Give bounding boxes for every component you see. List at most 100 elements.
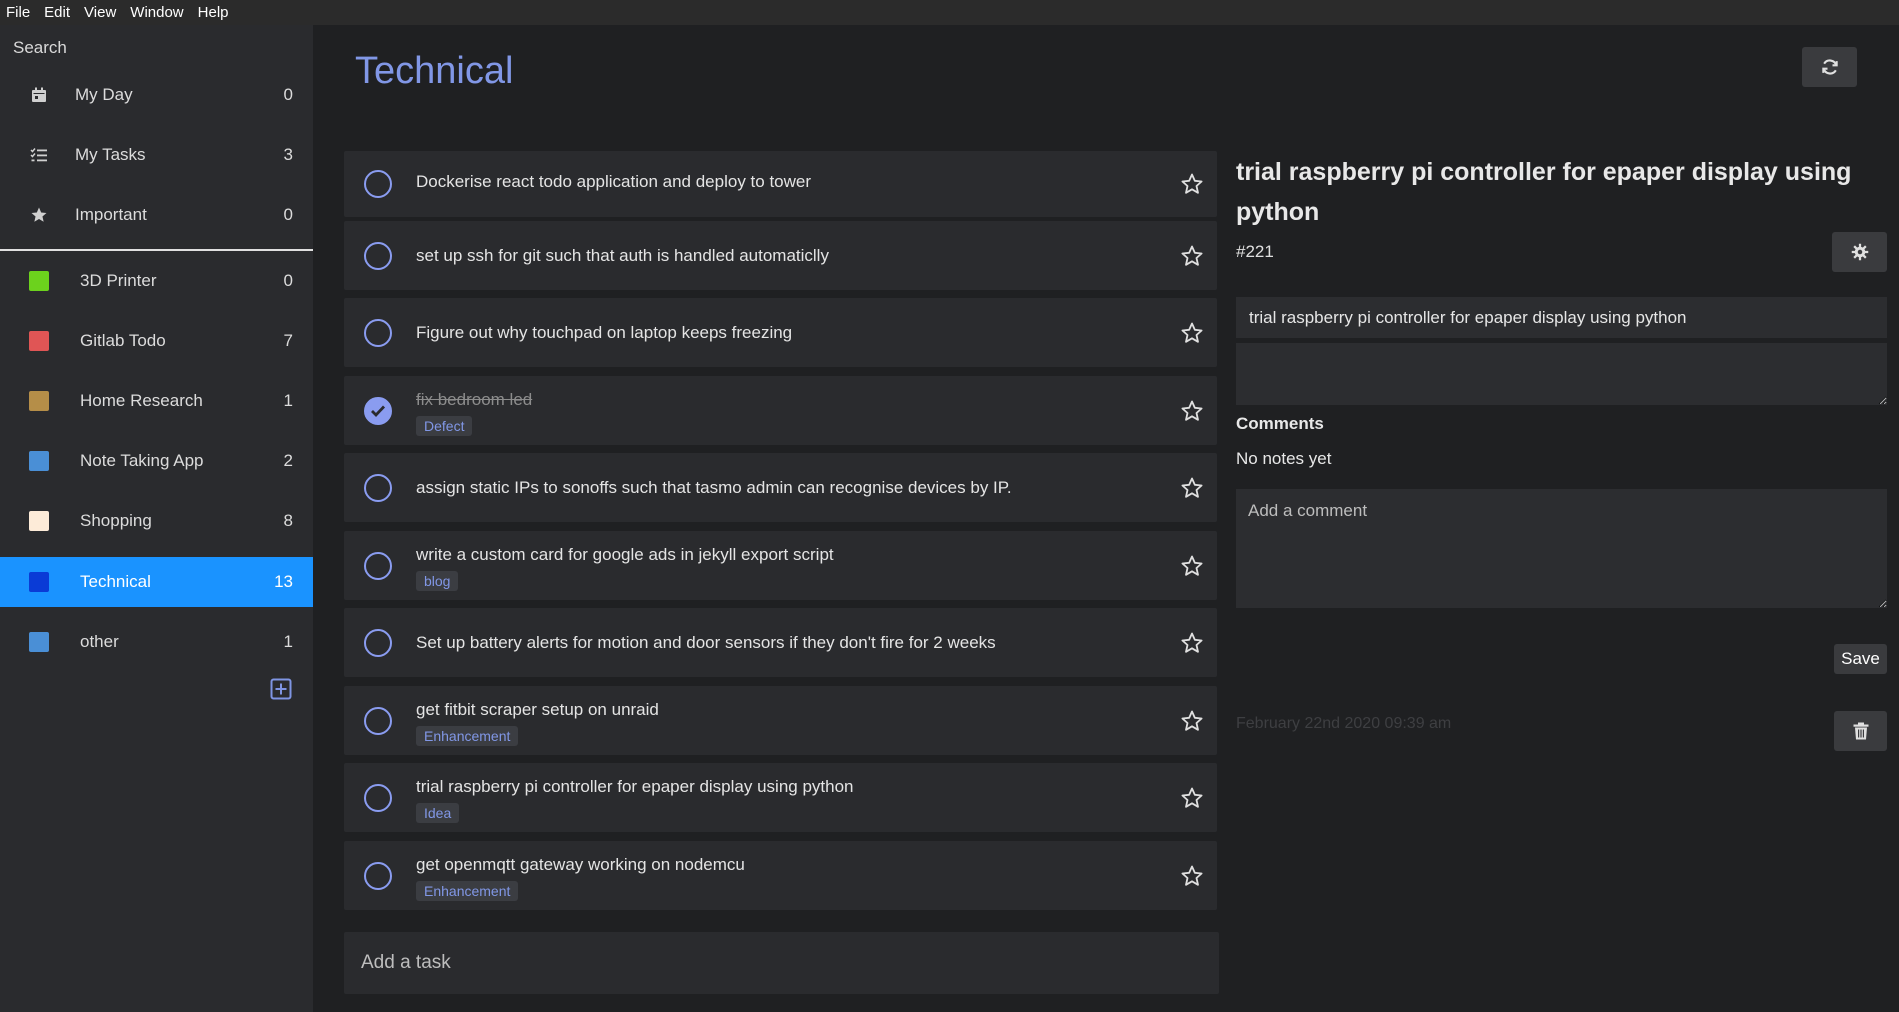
task-checkbox[interactable] xyxy=(364,170,392,198)
sidebar-item-count: 13 xyxy=(274,572,293,591)
sidebar-item-3d-printer[interactable]: 3D Printer 0 xyxy=(0,256,313,306)
no-notes-text: No notes yet xyxy=(1236,449,1332,468)
task-item[interactable]: assign static IPs to sonoffs such that t… xyxy=(344,453,1217,522)
sidebar-item-count: 3 xyxy=(283,145,293,164)
task-tag: blog xyxy=(416,571,459,591)
task-item[interactable]: Dockerise react todo application and dep… xyxy=(344,151,1217,217)
task-item[interactable]: get fitbit scraper setup on unraid Enhan… xyxy=(344,686,1217,755)
task-title: fix bedroom led xyxy=(416,390,533,409)
list-color-swatch xyxy=(29,572,49,592)
sidebar-item-my-day[interactable]: My Day 0 xyxy=(0,70,313,120)
task-item[interactable]: get openmqtt gateway working on nodemcu … xyxy=(344,841,1217,910)
task-checkbox-checked[interactable] xyxy=(364,396,392,425)
task-name-field[interactable] xyxy=(1236,297,1887,338)
task-title: assign static IPs to sonoffs such that t… xyxy=(416,478,1012,497)
list-color-swatch xyxy=(29,331,49,351)
star-icon[interactable] xyxy=(1180,244,1204,268)
sidebar-item-other[interactable]: other 1 xyxy=(0,617,313,667)
comment-input[interactable] xyxy=(1236,489,1887,608)
task-item[interactable]: Set up battery alerts for motion and doo… xyxy=(344,608,1217,677)
task-item[interactable]: write a custom card for google ads in je… xyxy=(344,531,1217,600)
task-checkbox[interactable] xyxy=(364,861,392,890)
task-item[interactable]: Figure out why touchpad on laptop keeps … xyxy=(344,298,1217,367)
list-color-swatch xyxy=(29,391,49,411)
list-color-swatch xyxy=(29,632,49,652)
menu-edit[interactable]: Edit xyxy=(44,4,70,21)
task-checkbox[interactable] xyxy=(364,628,392,657)
list-color-swatch xyxy=(29,271,49,291)
settings-button[interactable] xyxy=(1832,232,1887,272)
delete-button[interactable] xyxy=(1834,711,1887,751)
sidebar-item-label: Shopping xyxy=(80,511,152,530)
task-tag: Idea xyxy=(416,803,460,823)
task-checkbox[interactable] xyxy=(364,473,392,502)
task-notes-field[interactable] xyxy=(1236,343,1887,405)
star-icon[interactable] xyxy=(1180,399,1204,423)
created-timestamp: February 22nd 2020 09:39 am xyxy=(1236,715,1452,732)
save-button[interactable]: Save xyxy=(1834,644,1887,674)
gear-icon xyxy=(1851,243,1868,261)
task-checkbox[interactable] xyxy=(364,783,392,812)
refresh-button[interactable] xyxy=(1802,47,1857,87)
task-title: get fitbit scraper setup on unraid xyxy=(416,700,659,719)
task-tag: Enhancement xyxy=(416,881,519,901)
list-color-swatch xyxy=(29,451,49,471)
sidebar-item-count: 1 xyxy=(283,391,293,410)
sidebar-item-shopping[interactable]: Shopping 8 xyxy=(0,496,313,546)
menu-view[interactable]: View xyxy=(84,4,116,21)
task-title: Set up battery alerts for motion and doo… xyxy=(416,633,996,652)
task-checkbox[interactable] xyxy=(364,241,392,270)
star-icon[interactable] xyxy=(1180,476,1204,500)
task-tag: Enhancement xyxy=(416,726,519,746)
sidebar-item-count: 0 xyxy=(283,271,293,290)
add-task-input[interactable] xyxy=(344,932,1219,994)
add-list-button[interactable] xyxy=(270,678,292,700)
task-title: write a custom card for google ads in je… xyxy=(416,545,834,564)
sidebar-item-count: 0 xyxy=(283,85,293,104)
list-color-swatch xyxy=(29,511,49,531)
sidebar-item-gitlab-todo[interactable]: Gitlab Todo 7 xyxy=(0,316,313,366)
task-title: set up ssh for git such that auth is han… xyxy=(416,246,829,265)
task-checkbox[interactable] xyxy=(364,551,392,580)
sidebar-item-technical[interactable]: Technical 13 xyxy=(0,557,313,607)
task-checkbox[interactable] xyxy=(364,706,392,735)
sidebar-item-important[interactable]: Important 0 xyxy=(0,190,313,240)
sidebar-item-label: Technical xyxy=(80,572,151,591)
search-input[interactable] xyxy=(0,33,313,63)
star-icon[interactable] xyxy=(1180,321,1204,345)
comments-heading: Comments xyxy=(1236,414,1324,433)
star-icon[interactable] xyxy=(1180,786,1204,810)
sidebar-item-label: Gitlab Todo xyxy=(80,331,166,350)
trash-icon xyxy=(1853,722,1868,740)
task-title: Dockerise react todo application and dep… xyxy=(416,172,812,191)
sidebar-item-count: 2 xyxy=(283,451,293,470)
sidebar-item-my-tasks[interactable]: My Tasks 3 xyxy=(0,130,313,180)
page-title: Technical xyxy=(355,50,514,92)
sidebar-item-count: 1 xyxy=(283,632,293,651)
menu-bar: File Edit View Window Help xyxy=(0,0,1899,25)
task-id: #221 xyxy=(1236,242,1274,261)
task-checkbox[interactable] xyxy=(364,318,392,347)
task-item[interactable]: fix bedroom led Defect xyxy=(344,376,1217,445)
sidebar-item-count: 8 xyxy=(283,511,293,530)
star-icon[interactable] xyxy=(1180,631,1204,655)
menu-file[interactable]: File xyxy=(6,4,30,21)
sidebar-item-label: Home Research xyxy=(80,391,203,410)
task-item[interactable]: trial raspberry pi controller for epaper… xyxy=(344,763,1217,832)
sidebar-item-home-research[interactable]: Home Research 1 xyxy=(0,376,313,426)
menu-window[interactable]: Window xyxy=(130,4,183,21)
star-icon[interactable] xyxy=(1180,172,1204,196)
task-title: get openmqtt gateway working on nodemcu xyxy=(416,855,745,874)
plus-square-icon xyxy=(270,678,292,700)
task-item[interactable]: set up ssh for git such that auth is han… xyxy=(344,221,1217,290)
detail-title: trial raspberry pi controller for epaper… xyxy=(1236,158,1852,226)
checklist-icon xyxy=(29,145,49,165)
star-icon[interactable] xyxy=(1180,709,1204,733)
calendar-icon xyxy=(29,85,49,105)
star-icon[interactable] xyxy=(1180,864,1204,888)
sidebar: My Day 0 My Tasks 3 Important 0 3D Print… xyxy=(0,25,313,1012)
star-icon[interactable] xyxy=(1180,554,1204,578)
menu-help[interactable]: Help xyxy=(198,4,229,21)
sidebar-item-note-taking-app[interactable]: Note Taking App 2 xyxy=(0,436,313,486)
sidebar-item-label: My Day xyxy=(75,85,133,104)
